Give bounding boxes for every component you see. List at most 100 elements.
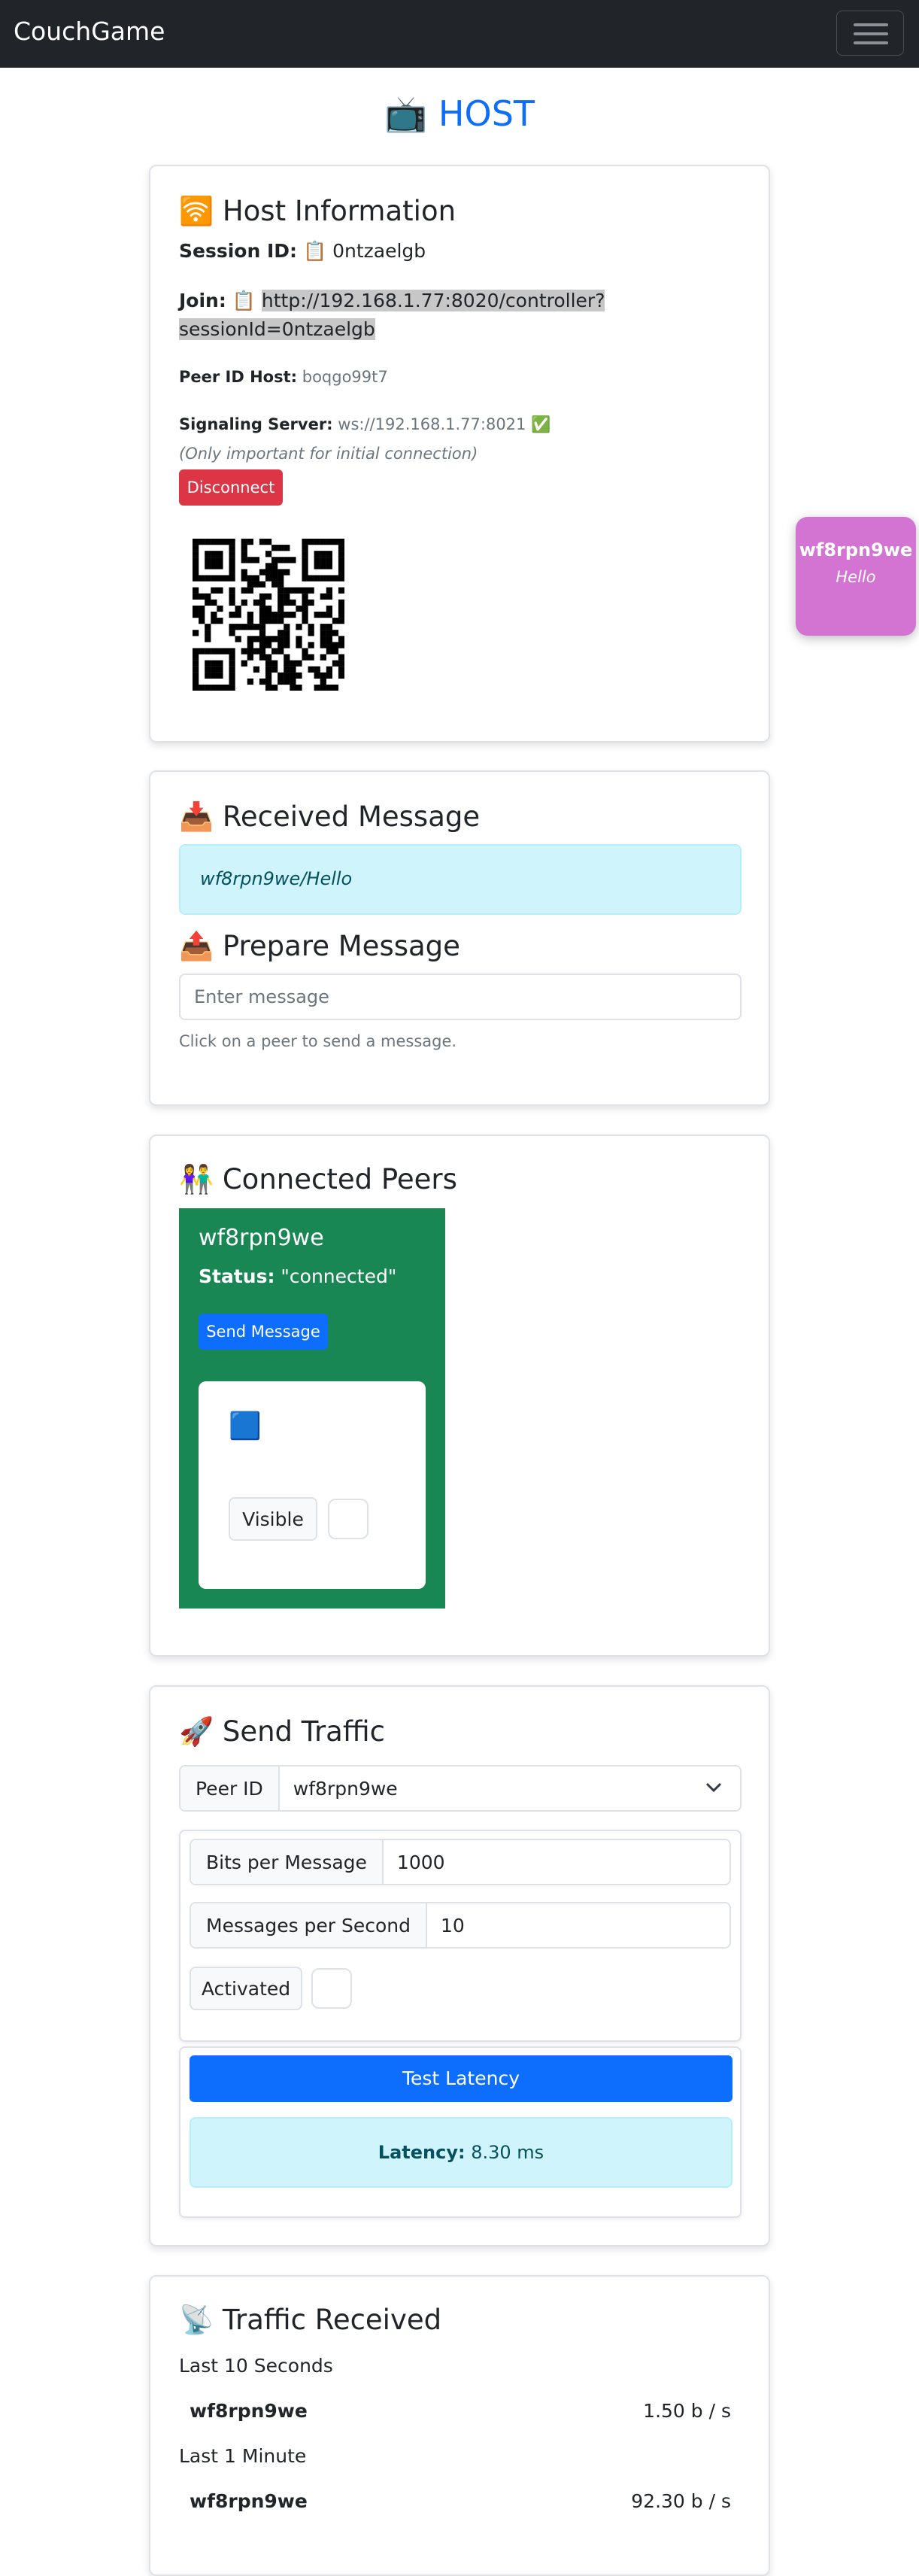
qr-module: [302, 545, 308, 551]
qr-module: [241, 587, 247, 594]
qr-module: [205, 539, 211, 545]
qr-module: [247, 642, 253, 649]
qr-module: [308, 624, 314, 630]
qr-module: [271, 575, 278, 582]
visible-checkbox[interactable]: [328, 1499, 369, 1539]
bits-per-message-input[interactable]: 1000: [384, 1840, 729, 1884]
qr-module: [229, 557, 235, 564]
qr-module: [284, 587, 290, 594]
peer-id-select-value: wf8rpn9we: [293, 1777, 398, 1800]
messages-per-second-group: Messages per Second 10: [190, 1902, 731, 1949]
qr-module: [308, 642, 314, 649]
qr-module: [332, 630, 339, 636]
brand-link[interactable]: CouchGame: [14, 17, 165, 46]
qr-module: [314, 684, 320, 691]
qr-module: [278, 575, 284, 582]
prepare-message-title: 📤 Prepare Message: [179, 930, 460, 963]
qr-module: [284, 593, 290, 600]
qr-module: [217, 557, 223, 564]
peer-card[interactable]: wf8rpn9we Status: "connected" Send Messa…: [179, 1208, 445, 1608]
bits-per-message-label: Bits per Message: [191, 1840, 384, 1884]
qr-module: [223, 684, 229, 691]
qr-module: [199, 539, 205, 545]
qr-module: [193, 551, 199, 557]
qr-module: [320, 557, 326, 564]
qr-module: [338, 666, 344, 673]
qr-module: [265, 684, 272, 691]
rocket-icon: 🚀: [179, 1715, 214, 1748]
qr-module: [338, 618, 344, 624]
qr-module: [278, 636, 284, 642]
qr-module: [326, 672, 333, 679]
qr-module: [271, 660, 278, 667]
qr-module: [284, 545, 290, 551]
qr-module: [229, 563, 235, 570]
qr-module: [338, 545, 344, 551]
signaling-server-value: ws://192.168.1.77:8021 ✅: [338, 415, 551, 433]
send-message-button[interactable]: Send Message: [199, 1314, 328, 1350]
qr-module: [259, 678, 266, 685]
floating-peer-square[interactable]: wf8rpn9we Hello: [796, 517, 916, 636]
qr-module: [326, 648, 333, 655]
peer-id-select[interactable]: wf8rpn9we: [280, 1766, 740, 1810]
latency-result: Latency: 8.30 ms: [190, 2117, 732, 2188]
qr-module: [193, 557, 199, 564]
qr-module: [290, 672, 296, 679]
qr-module: [326, 630, 333, 636]
clipboard-icon[interactable]: 📋: [303, 240, 326, 262]
disconnect-button[interactable]: Disconnect: [179, 469, 283, 506]
qr-module: [205, 593, 211, 600]
qr-module: [284, 624, 290, 630]
last-1-minute-label: Last 1 Minute: [179, 2445, 307, 2467]
qr-module: [296, 636, 302, 642]
traffic-received-title: 📡 Traffic Received: [179, 2304, 441, 2337]
clipboard-icon[interactable]: 📋: [232, 290, 256, 311]
qr-module: [284, 557, 290, 564]
satellite-dish-icon: 📡: [179, 2304, 214, 2336]
qr-module: [290, 611, 296, 618]
qr-module: [296, 660, 302, 667]
qr-module: [278, 581, 284, 588]
qr-module: [308, 654, 314, 661]
peer-id-host-label: Peer ID Host:: [179, 368, 298, 386]
square-control-title-line1: Square: [269, 1411, 362, 1441]
qr-module: [320, 642, 326, 649]
qr-module: [265, 642, 272, 649]
traffic-row-rate: 1.50 b / s: [643, 2400, 731, 2422]
messages-per-second-input[interactable]: 10: [427, 1903, 729, 1947]
qr-module: [326, 605, 333, 612]
qr-module: [326, 587, 333, 594]
qr-module: [284, 666, 290, 673]
peer-id-select-group: Peer ID wf8rpn9we: [179, 1765, 742, 1812]
qr-module: [271, 581, 278, 588]
menu-toggle-button[interactable]: [836, 11, 904, 56]
traffic-row-peer: wf8rpn9we: [190, 2400, 308, 2422]
qr-module: [278, 599, 284, 606]
test-latency-button[interactable]: Test Latency: [190, 2055, 732, 2102]
qr-module: [211, 611, 217, 618]
qr-module: [302, 611, 308, 618]
qr-module: [296, 624, 302, 630]
qr-module: [326, 636, 333, 642]
qr-module: [332, 618, 339, 624]
activated-checkbox[interactable]: [311, 1968, 352, 2009]
qr-module: [326, 557, 333, 564]
message-hint: Click on a peer to send a message.: [179, 1032, 457, 1050]
qr-module: [326, 642, 333, 649]
qr-module: [326, 539, 333, 545]
qr-module: [326, 551, 333, 557]
qr-module: [278, 648, 284, 655]
qr-module: [265, 563, 272, 570]
qr-module: [326, 624, 333, 630]
join-url-line-1[interactable]: http://192.168.1.77:8020/controller?: [261, 290, 605, 311]
latency-box: Test Latency Latency: 8.30 ms: [179, 2046, 742, 2218]
qr-module: [253, 599, 260, 606]
wifi-icon: 🛜: [179, 195, 214, 227]
qr-module: [205, 599, 211, 606]
outbox-icon: 📤: [179, 930, 214, 962]
people-icon: 👫: [179, 1163, 214, 1195]
qr-module: [278, 605, 284, 612]
message-input[interactable]: Enter message: [179, 974, 742, 1020]
qr-module: [259, 648, 266, 655]
join-url-line-2[interactable]: sessionId=0ntzaelgb: [179, 318, 375, 340]
